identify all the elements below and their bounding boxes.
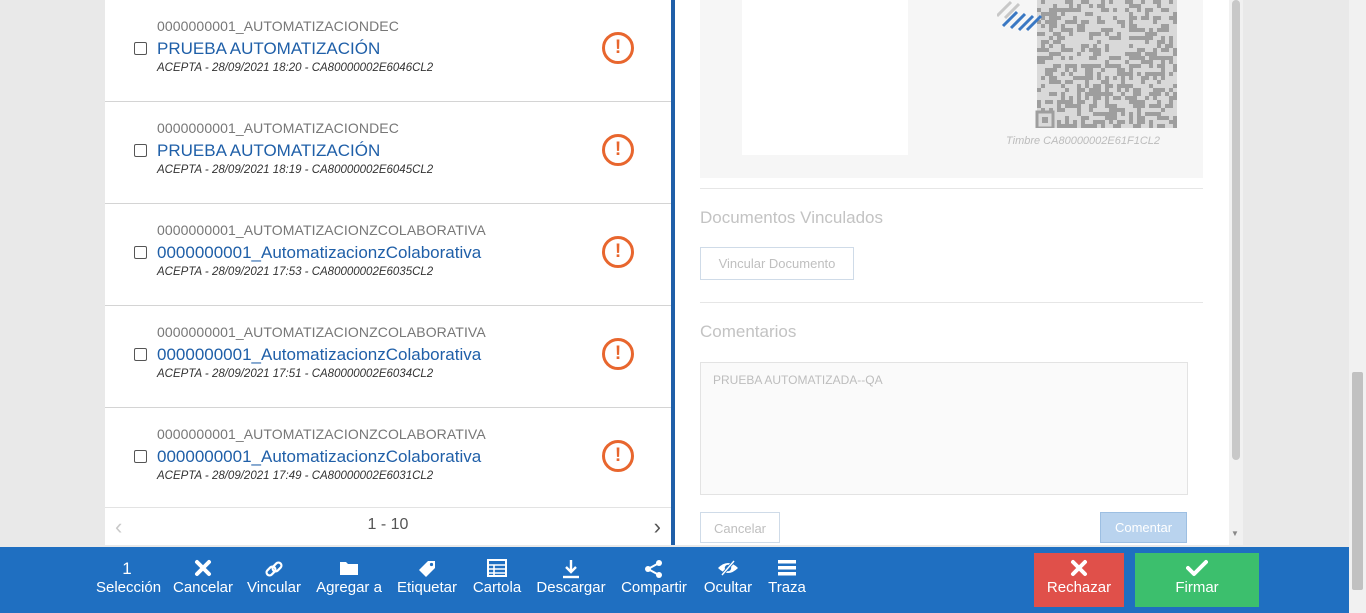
document-title-link[interactable]: 0000000001_AutomatizacionzColaborativa xyxy=(157,447,481,467)
share-label: Compartir xyxy=(621,579,687,596)
comment-button[interactable]: Comentar xyxy=(1100,512,1187,543)
table-icon xyxy=(472,547,522,579)
share-icon xyxy=(619,547,689,579)
cancel-button[interactable]: Cancelar xyxy=(172,547,234,613)
check-icon xyxy=(1135,553,1259,577)
pagination: ‹ 1 - 10 › xyxy=(105,507,671,545)
next-page-button[interactable]: › xyxy=(654,514,661,540)
close-icon xyxy=(1034,553,1124,577)
document-meta: ACEPTA - 28/09/2021 18:20 - CA80000002E6… xyxy=(157,62,434,74)
page-range: 1 - 10 xyxy=(367,516,409,533)
download-label: Descargar xyxy=(536,579,606,596)
document-code: 0000000001_AUTOMATIZACIONDEC xyxy=(157,120,399,136)
document-title-link[interactable]: PRUEBA AUTOMATIZACIÓN xyxy=(157,141,380,161)
document-list-item[interactable]: 0000000001_AUTOMATIZACIONZCOLABORATIVA 0… xyxy=(105,204,671,306)
detail-scrollbar-thumb[interactable] xyxy=(1232,0,1240,460)
document-meta: ACEPTA - 28/09/2021 17:53 - CA80000002E6… xyxy=(157,266,434,278)
sign-label: Firmar xyxy=(1175,579,1219,596)
page-thumbnail xyxy=(742,0,908,155)
document-list-item[interactable]: 0000000001_AUTOMATIZACIONZCOLABORATIVA 0… xyxy=(105,306,671,408)
comments-title: Comentarios xyxy=(700,322,797,341)
document-title-link[interactable]: PRUEBA AUTOMATIZACIÓN xyxy=(157,39,380,59)
add-to-button[interactable]: Agregar a xyxy=(316,547,382,613)
sign-button[interactable]: Firmar xyxy=(1135,553,1259,607)
document-list-item[interactable]: 0000000001_AUTOMATIZACIONDEC PRUEBA AUTO… xyxy=(105,0,671,102)
select-checkbox[interactable] xyxy=(134,42,147,55)
download-icon xyxy=(536,547,606,579)
document-list: 0000000001_AUTOMATIZACIONDEC PRUEBA AUTO… xyxy=(105,0,671,545)
timbre-label: Timbre CA80000002E61F1CL2 xyxy=(1006,135,1160,147)
cartola-label: Cartola xyxy=(472,579,522,596)
document-meta: ACEPTA - 28/09/2021 17:51 - CA80000002E6… xyxy=(157,368,434,380)
detail-scrollbar[interactable]: ▼ xyxy=(1229,0,1243,545)
reject-button[interactable]: Rechazar xyxy=(1034,553,1124,607)
tag-label: Etiquetar xyxy=(396,579,458,596)
comment-textarea[interactable]: PRUEBA AUTOMATIZADA--QA xyxy=(700,362,1188,495)
selection-count: 1 xyxy=(122,559,132,578)
reject-label: Rechazar xyxy=(1046,579,1112,596)
hide-label: Ocultar xyxy=(703,579,753,596)
trace-button[interactable]: Traza xyxy=(766,547,808,613)
trace-label: Traza xyxy=(768,579,806,596)
share-button[interactable]: Compartir xyxy=(619,547,689,613)
download-button[interactable]: Descargar xyxy=(536,547,606,613)
selection-counter: 1 Selección xyxy=(96,547,162,613)
document-code: 0000000001_AUTOMATIZACIONZCOLABORATIVA xyxy=(157,426,486,442)
window-scrollbar[interactable] xyxy=(1349,0,1366,613)
link-label: Vincular xyxy=(247,579,301,596)
document-list-item[interactable]: 0000000001_AUTOMATIZACIONDEC PRUEBA AUTO… xyxy=(105,102,671,204)
alert-icon: ! xyxy=(602,440,634,472)
alert-icon: ! xyxy=(602,338,634,370)
link-document-button[interactable]: Vincular Documento xyxy=(700,247,854,280)
divider xyxy=(700,188,1203,189)
tag-button[interactable]: Etiquetar xyxy=(396,547,458,613)
cartola-button[interactable]: Cartola xyxy=(472,547,522,613)
close-icon xyxy=(172,547,234,579)
linked-documents-title: Documentos Vinculados xyxy=(700,208,884,227)
alert-icon: ! xyxy=(602,134,634,166)
link-icon xyxy=(246,547,302,579)
select-checkbox[interactable] xyxy=(134,450,147,463)
add-to-label: Agregar a xyxy=(316,579,382,596)
document-title-link[interactable]: 0000000001_AutomatizacionzColaborativa xyxy=(157,345,481,365)
folder-icon xyxy=(316,547,382,579)
document-title-link[interactable]: 0000000001_AutomatizacionzColaborativa xyxy=(157,243,481,263)
document-list-item[interactable]: 0000000001_AUTOMATIZACIONZCOLABORATIVA 0… xyxy=(105,408,671,510)
select-checkbox[interactable] xyxy=(134,348,147,361)
eye-slash-icon xyxy=(701,547,755,579)
action-toolbar: 1 Selección Cancelar Vincular Agregar a … xyxy=(0,547,1349,613)
alert-icon: ! xyxy=(602,236,634,268)
document-code: 0000000001_AUTOMATIZACIONZCOLABORATIVA xyxy=(157,324,486,340)
select-checkbox[interactable] xyxy=(134,144,147,157)
link-button[interactable]: Vincular xyxy=(246,547,302,613)
selection-label: Selección xyxy=(96,579,162,596)
list-icon xyxy=(766,547,808,579)
document-detail: Timbre CA80000002E61F1CL2 Documentos Vin… xyxy=(675,0,1243,545)
document-code: 0000000001_AUTOMATIZACIONDEC xyxy=(157,18,399,34)
document-code: 0000000001_AUTOMATIZACIONZCOLABORATIVA xyxy=(157,222,486,238)
qr-code xyxy=(997,0,1177,128)
hide-button[interactable]: Ocultar xyxy=(701,547,755,613)
document-meta: ACEPTA - 28/09/2021 18:19 - CA80000002E6… xyxy=(157,164,434,176)
cancel-label: Cancelar xyxy=(172,579,234,596)
document-meta: ACEPTA - 28/09/2021 17:49 - CA80000002E6… xyxy=(157,470,434,482)
window-scrollbar-thumb[interactable] xyxy=(1352,372,1363,590)
tag-icon xyxy=(396,547,458,579)
divider xyxy=(700,302,1203,303)
alert-icon: ! xyxy=(602,32,634,64)
scroll-down-arrow-icon[interactable]: ▼ xyxy=(1231,529,1239,538)
cancel-comment-button[interactable]: Cancelar xyxy=(700,512,780,543)
select-checkbox[interactable] xyxy=(134,246,147,259)
document-preview: Timbre CA80000002E61F1CL2 xyxy=(700,0,1203,178)
